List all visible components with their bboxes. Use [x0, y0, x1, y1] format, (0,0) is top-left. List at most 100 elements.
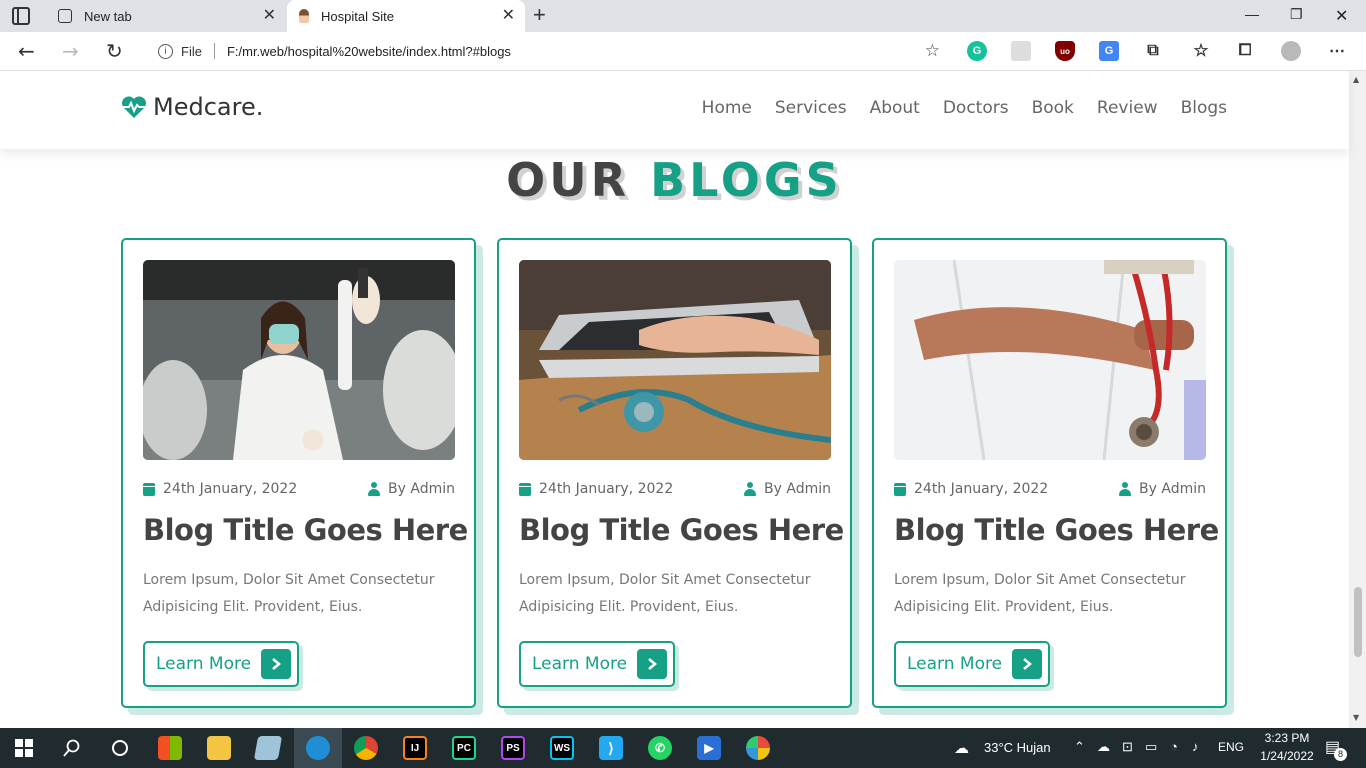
extension-icon[interactable]	[1011, 41, 1031, 61]
minimize-icon[interactable]: —	[1245, 6, 1259, 22]
extensions-puzzle-icon[interactable]: ⧉	[1143, 41, 1163, 61]
chrome-app[interactable]	[342, 728, 390, 768]
search-icon	[63, 739, 80, 757]
language-indicator[interactable]: ENG	[1218, 740, 1244, 754]
translate-extension-icon[interactable]: G	[1099, 41, 1119, 61]
wifi-icon[interactable]: ◔	[1170, 739, 1178, 754]
scroll-down-icon[interactable]: ▼	[1353, 713, 1359, 722]
chevron-right-icon	[1012, 649, 1043, 679]
network-icon[interactable]: ⊡	[1122, 739, 1133, 755]
heading-accent: BLOGS	[650, 153, 843, 207]
close-tab-icon[interactable]: ✕	[263, 7, 276, 25]
tab-strip: New tab ✕ Hospital Site ✕ + — ❐ ✕	[0, 0, 1366, 32]
windows-logo-icon	[15, 739, 33, 757]
page-scrollbar[interactable]: ▲ ▼	[1349, 71, 1366, 728]
close-window-icon[interactable]: ✕	[1335, 6, 1348, 26]
ublock-extension-icon[interactable]: uo	[1055, 41, 1075, 61]
edge-app[interactable]	[294, 728, 342, 768]
scheme-label: File	[181, 43, 202, 59]
tab-label: Hospital Site	[321, 8, 394, 24]
more-menu-icon[interactable]: ⋯	[1327, 41, 1347, 61]
address-bar[interactable]: i File F:/mr.web/hospital%20website/inde…	[144, 36, 950, 66]
date-text: 24th January, 2022	[539, 481, 674, 497]
refresh-icon[interactable]: ↻	[106, 40, 123, 62]
vscode-app[interactable]: ⟩	[587, 728, 635, 768]
address-divider	[213, 43, 215, 59]
onedrive-icon[interactable]: ☁	[1097, 739, 1110, 755]
scroll-up-icon[interactable]: ▲	[1353, 75, 1359, 84]
clock-time[interactable]: 3:23 PM	[1256, 731, 1318, 745]
clock-date[interactable]: 1/24/2022	[1252, 749, 1322, 763]
browser-toolbar: ← → ↻ i File F:/mr.web/hospital%20websit…	[0, 32, 1366, 71]
nav-link-services[interactable]: Services	[775, 98, 847, 118]
intellij-app[interactable]: IJ	[391, 728, 439, 768]
section-heading: OUR BLOGS	[0, 153, 1349, 207]
laptop-stethoscope-photo	[519, 260, 831, 460]
paint-app[interactable]	[734, 728, 782, 768]
search-button[interactable]	[48, 728, 96, 768]
nav-link-doctors[interactable]: Doctors	[943, 98, 1009, 118]
tab-label: New tab	[84, 8, 132, 24]
blog-date: 24th January, 2022	[894, 481, 1048, 497]
cortana-button[interactable]	[96, 728, 144, 768]
media-player-icon: ▶	[697, 736, 721, 760]
nav-link-about[interactable]: About	[870, 98, 920, 118]
file-explorer-app[interactable]	[195, 728, 243, 768]
forward-icon[interactable]: →	[62, 40, 79, 62]
chevron-right-icon	[637, 649, 668, 679]
whatsapp-app[interactable]: ✆	[636, 728, 684, 768]
heading-main: OUR	[506, 153, 631, 207]
button-label: Learn More	[532, 654, 628, 674]
battery-icon[interactable]: ▭	[1145, 739, 1157, 755]
windows-taskbar: IJ PC PS WS ⟩ ✆ ▶ ☁ 33°C Hujan ⌃ ☁ ⊡ ▭ ◔…	[0, 728, 1366, 768]
blog-meta: 24th January, 2022 By Admin	[519, 481, 831, 497]
weather-icon[interactable]: ☁	[954, 739, 969, 757]
chevron-right-icon	[261, 649, 292, 679]
notification-count-badge: 8	[1334, 748, 1347, 761]
blog-description: Lorem Ipsum, Dolor Sit Amet Consectetur …	[894, 572, 1186, 615]
info-icon[interactable]: i	[158, 43, 173, 59]
blog-description: Lorem Ipsum, Dolor Sit Amet Consectetur …	[519, 572, 811, 615]
blog-author: By Admin	[368, 481, 455, 497]
blog-author: By Admin	[744, 481, 831, 497]
learn-more-button[interactable]: Learn More	[894, 641, 1051, 687]
add-favorite-icon[interactable]: ☆	[925, 41, 940, 61]
learn-more-button[interactable]: Learn More	[143, 641, 300, 687]
blog-date: 24th January, 2022	[143, 481, 297, 497]
profile-avatar-icon[interactable]	[1281, 41, 1301, 61]
blog-author: By Admin	[1119, 481, 1206, 497]
favorites-icon[interactable]: ☆	[1191, 41, 1211, 61]
url-text[interactable]: F:/mr.web/hospital%20website/index.html?…	[227, 44, 511, 59]
weather-text[interactable]: 33°C Hujan	[984, 740, 1051, 755]
vscode-icon: ⟩	[599, 736, 623, 760]
restore-icon[interactable]: ❐	[1290, 6, 1303, 23]
back-icon[interactable]: ←	[18, 40, 35, 62]
nav-link-home[interactable]: Home	[702, 98, 752, 118]
tab-new-tab[interactable]: New tab ✕	[46, 0, 286, 32]
phpstorm-app[interactable]: PS	[489, 728, 537, 768]
grammarly-extension-icon[interactable]: G	[967, 41, 987, 61]
site-header: Medcare. Home Services About Doctors Boo…	[0, 71, 1349, 149]
tab-actions-icon[interactable]	[12, 7, 30, 25]
scrollbar-thumb[interactable]	[1354, 587, 1362, 657]
webstorm-app[interactable]: WS	[538, 728, 586, 768]
start-button[interactable]	[0, 728, 48, 768]
collections-icon[interactable]: ⧠	[1235, 41, 1255, 61]
main-nav: Home Services About Doctors Book Review …	[702, 98, 1227, 118]
chrome-icon	[354, 736, 378, 760]
store-app[interactable]	[146, 728, 194, 768]
pycharm-app[interactable]: PC	[440, 728, 488, 768]
new-tab-button[interactable]: +	[533, 4, 546, 26]
media-player-app[interactable]: ▶	[685, 728, 733, 768]
nav-link-book[interactable]: Book	[1032, 98, 1074, 118]
chevron-up-icon[interactable]: ⌃	[1074, 739, 1085, 755]
notes-app[interactable]	[244, 728, 292, 768]
nav-link-review[interactable]: Review	[1097, 98, 1158, 118]
tab-hospital-site[interactable]: Hospital Site ✕	[287, 0, 525, 32]
volume-icon[interactable]: ♪	[1192, 739, 1199, 754]
learn-more-button[interactable]: Learn More	[519, 641, 676, 687]
site-logo[interactable]: Medcare.	[121, 93, 263, 121]
nav-link-blogs[interactable]: Blogs	[1181, 98, 1227, 118]
date-text: 24th January, 2022	[914, 481, 1049, 497]
close-tab-icon[interactable]: ✕	[502, 7, 515, 25]
